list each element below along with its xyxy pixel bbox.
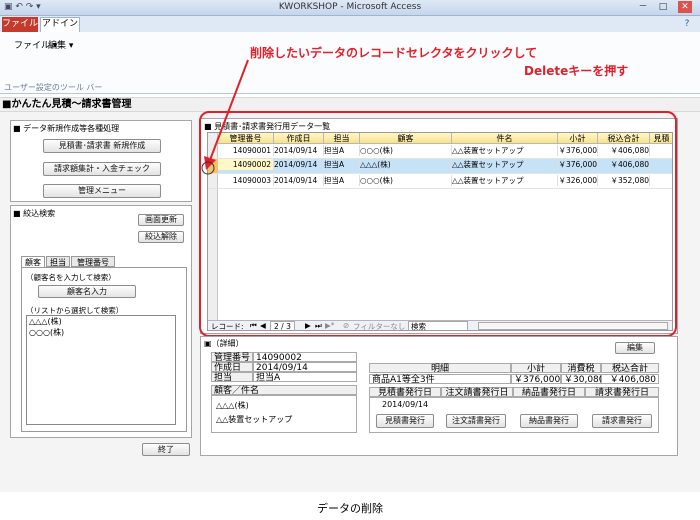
value-id: 14090002 <box>253 352 357 363</box>
value-staff: 担当A <box>253 372 357 383</box>
section2-title-text: 絞込検索 <box>23 209 56 218</box>
label-customer-subject: 顧客／件名 <box>211 385 357 396</box>
data-processing-panel: ■ データ新規作成等各種処理 見積書･請求書 新規作成 請求額集計・入金チェック… <box>10 120 192 202</box>
header-estimate-date: 見積書発行日 <box>369 387 441 398</box>
custom-toolbar-label: ユーザー設定のツール バー <box>4 83 103 92</box>
value-date: 2014/09/14 <box>253 362 357 373</box>
tab-admin-number[interactable]: 管理番号 <box>71 256 115 267</box>
customer-name-input-button[interactable]: 顧客名入力 <box>38 285 136 298</box>
issue-date-box: 2014/09/14 見積書発行 注文請書発行 納品書発行 請求書発行 <box>369 397 659 433</box>
menu-edit[interactable]: 編集 ▾ <box>48 38 73 51</box>
value-customer: △△△(株) <box>216 401 249 410</box>
refresh-button[interactable]: 画面更新 <box>138 214 184 226</box>
value-total: ￥406,080 <box>601 374 659 385</box>
label-id: 管理番号 <box>211 352 253 363</box>
close-button[interactable]: ✕ <box>678 1 692 13</box>
issue-order-button[interactable]: 注文請書発行 <box>446 414 506 428</box>
issue-invoice-button[interactable]: 請求書発行 <box>592 414 652 428</box>
header-order-date: 注文請書発行日 <box>441 387 513 398</box>
customer-listbox[interactable]: △△△(株) ○○○(株) <box>26 315 176 425</box>
exit-button[interactable]: 終了 <box>142 443 190 456</box>
annotation-line-1: 削除したいデータのレコードセレクタをクリックして <box>250 46 538 60</box>
ribbon-tab-row <box>0 16 700 32</box>
form-title: かんたん見積～請求書管理 <box>11 99 132 110</box>
minimize-button[interactable]: － <box>636 1 650 13</box>
header-tax: 消費税 <box>561 363 601 374</box>
addin-tab[interactable]: アドイン <box>40 17 80 32</box>
issue-estimate-button[interactable]: 見積書発行 <box>376 414 434 428</box>
value-estimate-date: 2014/09/14 <box>382 400 429 409</box>
value-subject: △△装置セットアップ <box>216 415 293 424</box>
issue-delivery-button[interactable]: 納品書発行 <box>520 414 578 428</box>
clear-filter-button[interactable]: 絞込解除 <box>138 231 184 243</box>
label-date: 作成日 <box>211 362 253 373</box>
form-title-bar: ■かんたん見積～請求書管理 <box>0 97 700 112</box>
admin-menu-button[interactable]: 管理メニュー <box>43 184 161 198</box>
section2-title: ■ 絞込検索 <box>13 209 56 218</box>
highlight-frame <box>199 111 677 337</box>
tab-staff[interactable]: 担当 <box>46 256 70 267</box>
help-icon[interactable]: ? <box>680 18 694 30</box>
label-staff: 担当 <box>211 372 253 383</box>
figure-caption: データの削除 <box>317 502 383 515</box>
header-total: 税込合計 <box>601 363 659 374</box>
list-item[interactable]: △△△(株) <box>27 316 175 327</box>
value-subtotal: ￥376,000 <box>511 374 561 385</box>
title-bar: ▣ ↶ ↷ ▾ KWORKSHOP - Microsoft Access － □… <box>0 0 700 16</box>
billing-check-button[interactable]: 請求額集計・入金チェック <box>43 162 161 176</box>
tab-panel-customer: （顧客名を入力して検索） 顧客名入力 （リストから選択して検索） △△△(株) … <box>21 267 187 432</box>
new-document-button[interactable]: 見積書･請求書 新規作成 <box>43 139 161 153</box>
customer-subject-box: △△△(株) △△装置セットアップ <box>211 395 357 433</box>
detail-title: ▣（詳細） <box>204 339 244 348</box>
section1-title-text: データ新規作成等各種処理 <box>23 124 120 133</box>
header-delivery-date: 納品書発行日 <box>513 387 585 398</box>
edit-button[interactable]: 編集 <box>615 342 655 354</box>
value-tax: ￥30,080 <box>561 374 605 385</box>
value-item: 商品A1等全3件 <box>369 374 511 385</box>
list-item[interactable]: ○○○(株) <box>27 327 175 338</box>
annotation-arrow-icon <box>201 59 249 175</box>
detail-title-text: 詳細 <box>219 339 236 348</box>
header-invoice-date: 請求書発行日 <box>585 387 659 398</box>
hint-input: （顧客名を入力して検索） <box>26 273 116 282</box>
header-subtotal: 小計 <box>511 363 561 374</box>
filter-search-panel: ■ 絞込検索 画面更新 絞込解除 顧客 担当 管理番号 （顧客名を入力して検索）… <box>10 205 192 438</box>
detail-panel: ▣（詳細） 編集 管理番号 14090002 作成日 2014/09/14 担当… <box>200 336 678 456</box>
annotation-line-2: Deleteキーを押す <box>524 64 629 78</box>
maximize-button[interactable]: □ <box>656 1 670 13</box>
window-title: KWORKSHOP - Microsoft Access <box>278 2 422 12</box>
section1-title: ■ データ新規作成等各種処理 <box>13 124 120 133</box>
header-detail: 明細 <box>369 363 511 374</box>
file-tab[interactable]: ファイル <box>2 17 38 32</box>
